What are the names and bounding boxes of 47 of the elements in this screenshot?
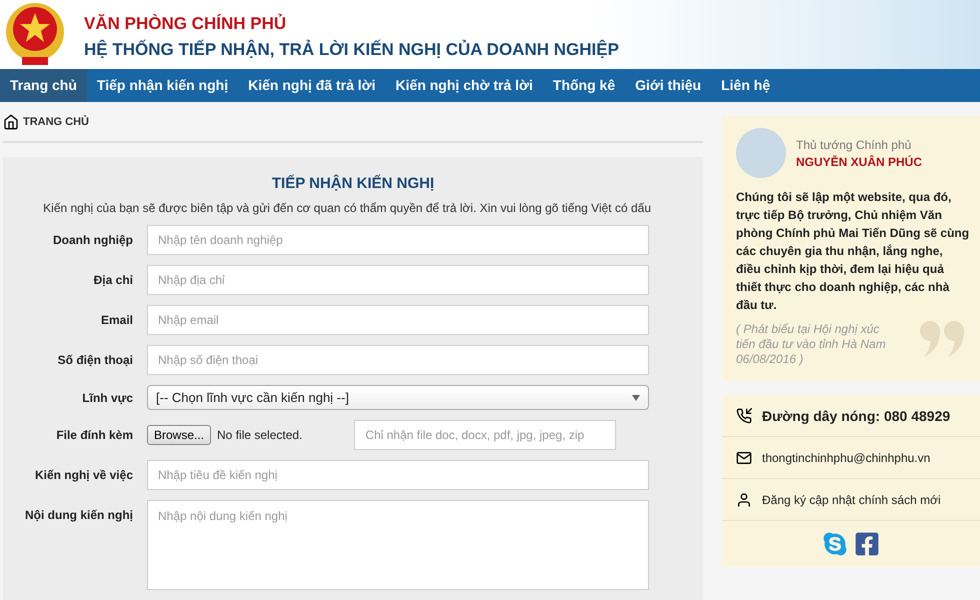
phone-icon [736, 408, 752, 424]
quote-mark-icon [920, 321, 966, 357]
contact-text[interactable]: Đăng ký cập nhật chính sách mới [762, 492, 941, 506]
agency-title: VĂN PHÒNG CHÍNH PHỦ [84, 14, 288, 34]
nav-item[interactable]: Giới thiệu [625, 68, 712, 102]
emblem-icon [4, 1, 66, 68]
input-field[interactable]: Nhập tiêu đề kiến nghị [147, 460, 649, 490]
facebook-icon[interactable] [854, 531, 880, 557]
input-field[interactable]: Nhập số điện thoại [147, 345, 649, 375]
field-label: Nội dung kiến nghị [24, 507, 133, 522]
system-title: HỆ THỐNG TIẾP NHẬN, TRẢ LỜI KIẾN NGHỊ CỦA DOANH NGHIỆP [84, 40, 619, 60]
contact-text: Đường dây nóng: 080 48929 [762, 408, 950, 424]
speaker-role: Thủ tướng Chính phủ [796, 138, 912, 152]
field-label: Email [100, 312, 133, 327]
field-label: Lĩnh vực [81, 390, 133, 405]
select-dropdown[interactable]: [-- Chọn lĩnh vực cần kiến nghị --] [147, 385, 649, 410]
quote-text: Chúng tôi sẽ lập một website, qua đó, trực tiếp Bộ trưởng, Chủ nhiệm Văn phòng Chính phủ Mai Tiến Dũng sẽ cùng các chuyên gia thu nhận, lắng nghe, điều chỉnh kịp thời, đem lại hiệu quả thiết thực cho doanh nghiệp, các nhà đầu tư. [736, 189, 970, 314]
nav-item[interactable]: Thống kê [542, 68, 626, 102]
form-title: TIẾP NHẬN KIẾN NGHỊ [270, 175, 436, 192]
skype-icon[interactable] [822, 531, 848, 557]
file-status: No file selected. [217, 428, 302, 442]
field-label: Doanh nghiệp [52, 232, 133, 247]
form-intro: Kiến nghị của bạn sẽ được biên tập và gửi đến cơ quan có thẩm quyền để trả lời. Xin vui lòng gõ tiếng Việt có dấu [42, 201, 651, 215]
home-icon [3, 114, 19, 130]
nav-item[interactable]: Kiến nghị chờ trả lời [386, 68, 543, 102]
input-field[interactable]: Nhập tên doanh nghiệp [147, 225, 649, 255]
browse-button[interactable]: Browse... [147, 425, 212, 445]
field-label: File đính kèm [55, 427, 133, 442]
nav-item[interactable]: Liên hệ [711, 68, 780, 102]
contact-text[interactable]: thongtinchinhphu@chinhphu.vn [762, 450, 930, 464]
avatar [736, 128, 786, 178]
speaker-name: NGUYỄN XUÂN PHÚC [796, 154, 922, 168]
field-label: Địa chỉ [92, 272, 133, 287]
mail-icon [736, 450, 752, 466]
quote-source: ( Phát biểu tại Hội nghị xúc tiến đầu tư vào tỉnh Hà Nam 06/08/2016 ) [736, 322, 887, 367]
input-field[interactable]: Nhập email [147, 305, 649, 335]
input-field[interactable]: Nhập địa chỉ [147, 265, 649, 295]
nav-item[interactable]: Kiến nghị đã trả lời [238, 68, 386, 102]
input-field[interactable]: Chỉ nhận file doc, docx, pdf, jpg, jpeg, zip [354, 420, 616, 450]
field-label: Kiến nghị về việc [34, 467, 133, 482]
nav-item[interactable]: Tiếp nhận kiến nghị [86, 68, 238, 102]
nav-item[interactable]: Trang chủ [0, 68, 87, 102]
user-icon [736, 492, 752, 508]
field-label: Số điện thoại [56, 352, 133, 367]
caret-icon [632, 394, 640, 400]
text-area[interactable]: Nhập nội dung kiến nghị [147, 500, 649, 590]
breadcrumb-link[interactable]: TRANG CHỦ [23, 116, 89, 128]
